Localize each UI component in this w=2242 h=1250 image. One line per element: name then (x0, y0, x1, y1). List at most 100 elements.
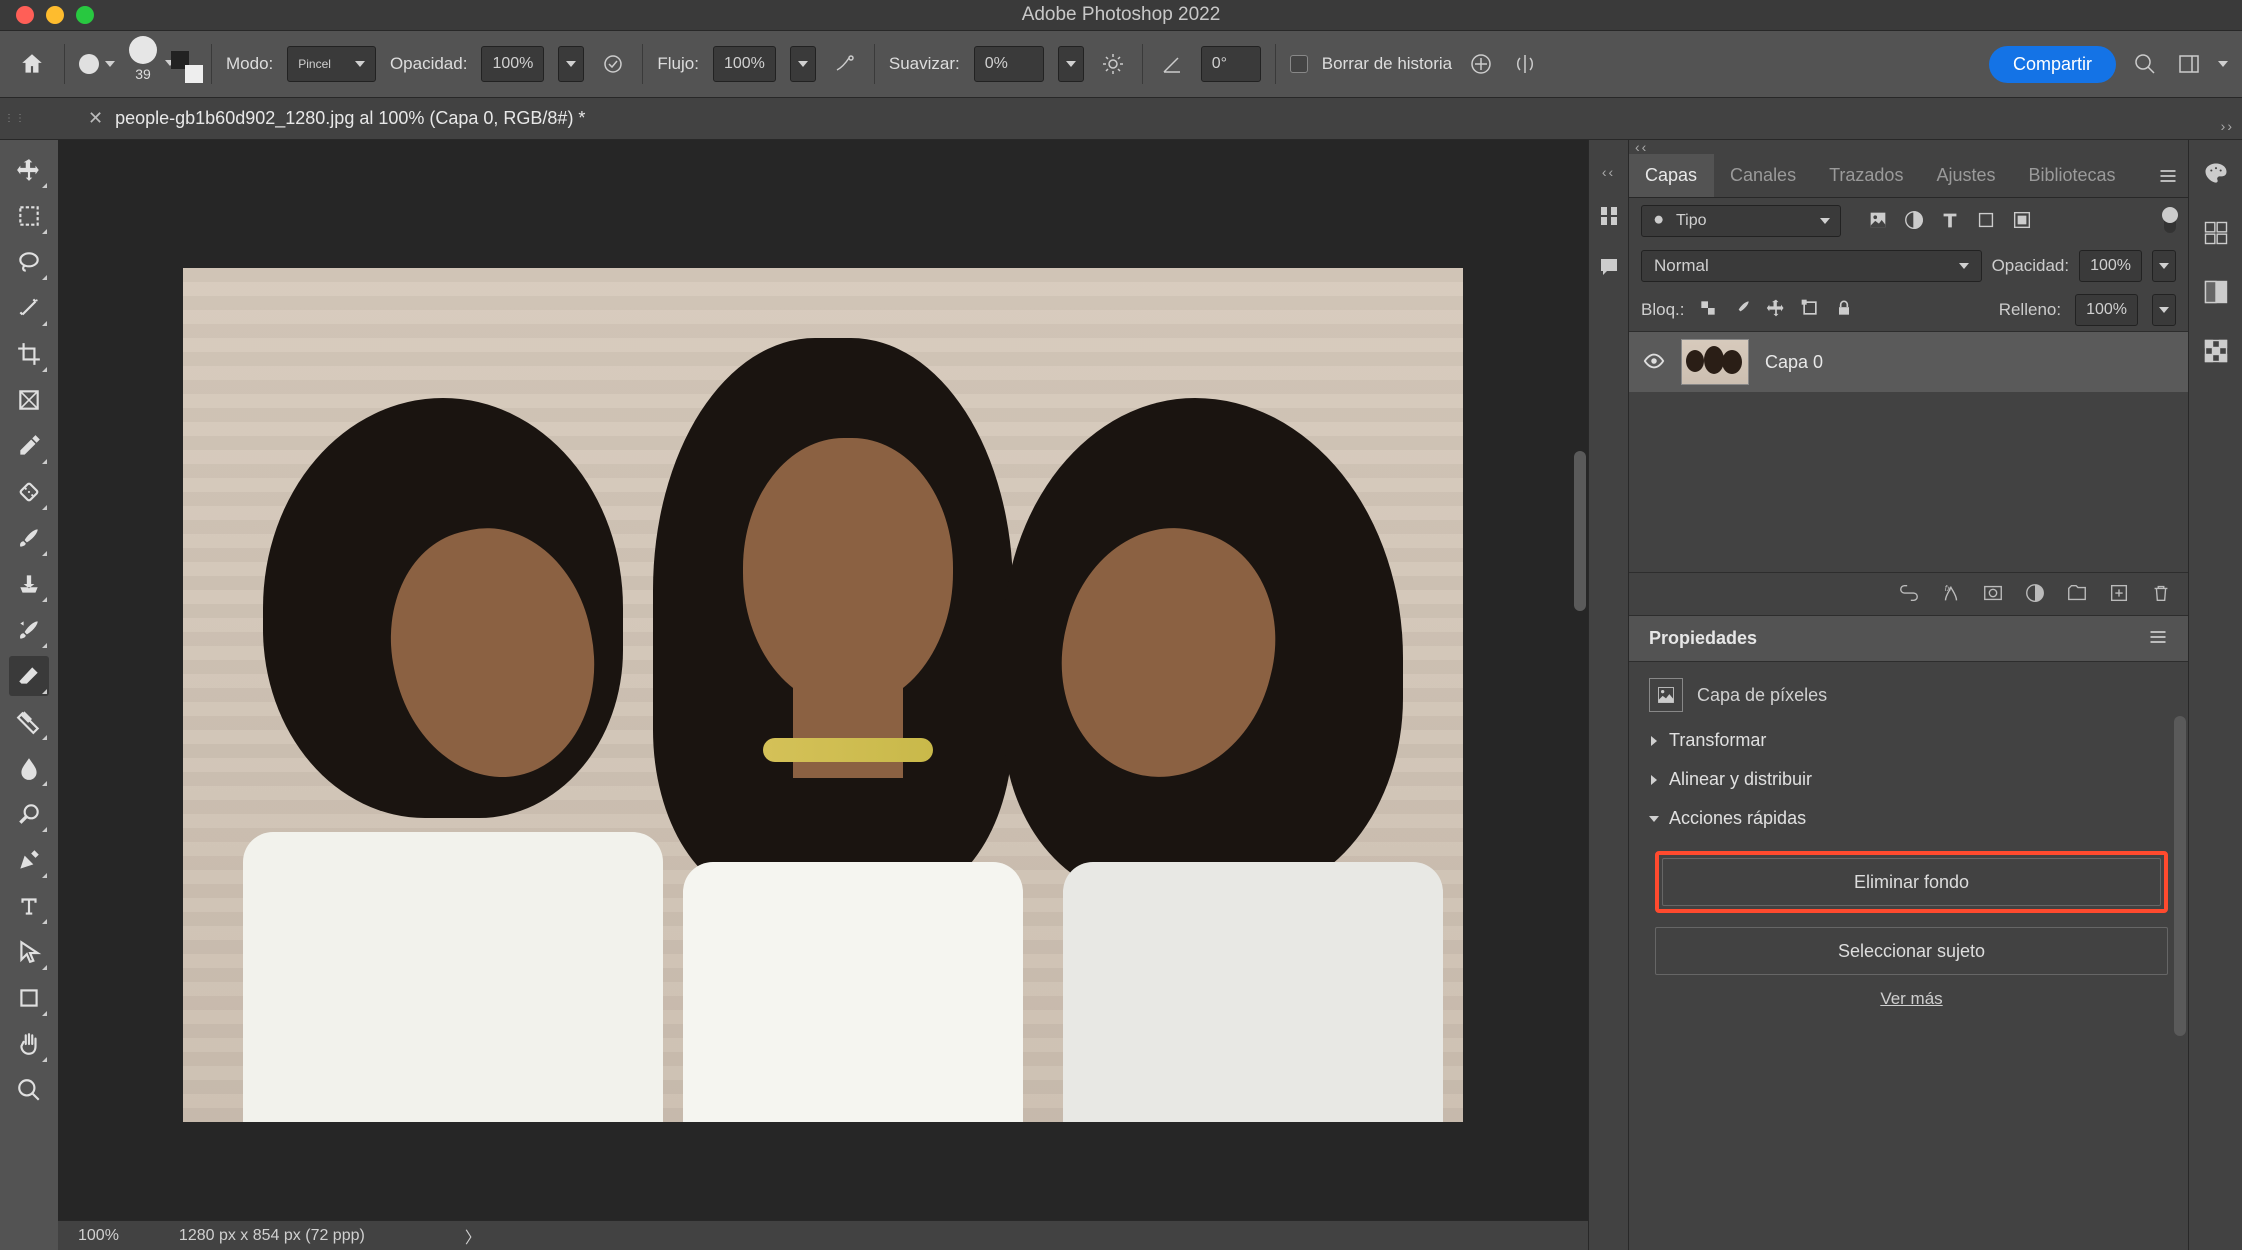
remove-background-button[interactable]: Eliminar fondo (1662, 858, 2161, 906)
filter-type-icon[interactable] (1939, 209, 1961, 234)
gradient-tool[interactable] (9, 702, 49, 742)
maximize-window[interactable] (76, 6, 94, 24)
workspace-icon[interactable] (2174, 49, 2204, 79)
zoom-tool[interactable] (9, 1070, 49, 1110)
frame-tool[interactable] (9, 380, 49, 420)
layer-group-icon[interactable] (2066, 582, 2088, 607)
lock-artboard-icon[interactable] (1800, 298, 1820, 321)
filter-toggle[interactable] (2164, 209, 2176, 233)
brush-panel-toggle[interactable] (171, 51, 197, 77)
brush-size-picker[interactable]: 39 (129, 46, 157, 82)
section-align[interactable]: Alinear y distribuir (1649, 769, 2168, 790)
status-flyout-icon[interactable]: 〉 (465, 1224, 481, 1248)
filter-pixel-icon[interactable] (1867, 209, 1889, 234)
path-selection-tool[interactable] (9, 932, 49, 972)
layer-opacity-input[interactable]: 100% (2079, 250, 2142, 282)
share-button[interactable]: Compartir (1989, 46, 2116, 83)
layer-mask-icon[interactable] (1982, 582, 2004, 607)
erase-history-checkbox[interactable] (1290, 55, 1308, 73)
close-tab-icon[interactable]: ✕ (88, 108, 103, 129)
blend-mode-dropdown[interactable]: Normal (1641, 250, 1982, 282)
document-canvas[interactable] (183, 268, 1463, 1122)
link-layers-icon[interactable] (1898, 582, 1920, 607)
move-tool[interactable] (9, 150, 49, 190)
grip-icon[interactable]: ⋮⋮ (4, 113, 26, 124)
eraser-tool[interactable] (9, 656, 49, 696)
layer-thumbnail[interactable] (1681, 339, 1749, 385)
swatches-panel-icon[interactable] (2202, 219, 2230, 250)
see-more-link[interactable]: Ver más (1655, 989, 2168, 1009)
history-brush-tool[interactable] (9, 610, 49, 650)
crop-tool[interactable] (9, 334, 49, 374)
clone-stamp-tool[interactable] (9, 564, 49, 604)
layer-name[interactable]: Capa 0 (1765, 352, 1823, 373)
tab-layers[interactable]: Capas (1629, 154, 1714, 197)
marquee-tool[interactable] (9, 196, 49, 236)
fill-input[interactable]: 100% (2075, 294, 2138, 326)
adjustment-layer-icon[interactable] (2024, 582, 2046, 607)
collapse-arrows-icon[interactable]: ‹‹ (1602, 164, 1615, 180)
magic-wand-tool[interactable] (9, 288, 49, 328)
blur-tool[interactable] (9, 748, 49, 788)
mode-dropdown[interactable]: Pincel (287, 46, 376, 82)
section-transform[interactable]: Transformar (1649, 730, 2168, 751)
tab-channels[interactable]: Canales (1714, 154, 1813, 197)
shape-tool[interactable] (9, 978, 49, 1018)
tool-preset-picker[interactable] (79, 54, 115, 74)
pressure-size-icon[interactable] (1466, 49, 1496, 79)
history-panel-icon[interactable] (1597, 204, 1621, 231)
smoothing-options-icon[interactable] (1098, 49, 1128, 79)
layer-style-icon[interactable]: fx (1940, 582, 1962, 607)
patterns-panel-icon[interactable] (2202, 337, 2230, 368)
canvas-scrollbar[interactable] (1574, 451, 1586, 611)
layer-filter-dropdown[interactable]: Tipo (1641, 205, 1841, 237)
lasso-tool[interactable] (9, 242, 49, 282)
smoothing-stepper[interactable] (1058, 46, 1084, 82)
gradients-panel-icon[interactable] (2202, 278, 2230, 309)
select-subject-button[interactable]: Seleccionar sujeto (1655, 927, 2168, 975)
lock-all-icon[interactable] (1834, 298, 1854, 321)
lock-pixels-icon[interactable] (1732, 298, 1752, 321)
layer-visibility-icon[interactable] (1643, 350, 1665, 375)
flow-input[interactable]: 100% (713, 46, 776, 82)
brush-tool[interactable] (9, 518, 49, 558)
layer-opacity-stepper[interactable] (2152, 250, 2176, 282)
filter-adjustment-icon[interactable] (1903, 209, 1925, 234)
collapse-arrows-icon[interactable]: ›› (2221, 118, 2234, 134)
symmetry-icon[interactable] (1510, 49, 1540, 79)
tab-libraries[interactable]: Bibliotecas (2012, 154, 2132, 197)
lock-transparency-icon[interactable] (1698, 298, 1718, 321)
panel-menu-icon[interactable] (2148, 154, 2188, 197)
tab-paths[interactable]: Trazados (1813, 154, 1920, 197)
flow-stepper[interactable] (790, 46, 816, 82)
new-layer-icon[interactable] (2108, 582, 2130, 607)
pressure-opacity-icon[interactable] (598, 49, 628, 79)
properties-scrollbar[interactable] (2174, 716, 2186, 1036)
filter-shape-icon[interactable] (1975, 209, 1997, 234)
delete-layer-icon[interactable] (2150, 582, 2172, 607)
color-panel-icon[interactable] (2202, 160, 2230, 191)
properties-menu-icon[interactable] (2148, 627, 2168, 650)
type-tool[interactable] (9, 886, 49, 926)
smoothing-input[interactable]: 0% (974, 46, 1044, 82)
pen-tool[interactable] (9, 840, 49, 880)
fill-stepper[interactable] (2152, 294, 2176, 326)
home-button[interactable] (14, 46, 50, 82)
angle-input[interactable]: 0° (1201, 46, 1261, 82)
airbrush-icon[interactable] (830, 49, 860, 79)
close-window[interactable] (16, 6, 34, 24)
zoom-level[interactable]: 100% (78, 1227, 119, 1245)
healing-brush-tool[interactable] (9, 472, 49, 512)
dodge-tool[interactable] (9, 794, 49, 834)
section-quick-actions[interactable]: Acciones rápidas (1649, 808, 2168, 829)
eyedropper-tool[interactable] (9, 426, 49, 466)
document-tab[interactable]: ✕ people-gb1b60d902_1280.jpg al 100% (Ca… (88, 108, 585, 129)
layer-row[interactable]: Capa 0 (1629, 332, 2188, 392)
hand-tool[interactable] (9, 1024, 49, 1064)
collapse-arrows-icon[interactable]: ‹‹ (1635, 139, 1648, 155)
minimize-window[interactable] (46, 6, 64, 24)
tab-adjustments[interactable]: Ajustes (1920, 154, 2012, 197)
filter-smart-icon[interactable] (2011, 209, 2033, 234)
opacity-input[interactable]: 100% (481, 46, 544, 82)
search-icon[interactable] (2130, 49, 2160, 79)
